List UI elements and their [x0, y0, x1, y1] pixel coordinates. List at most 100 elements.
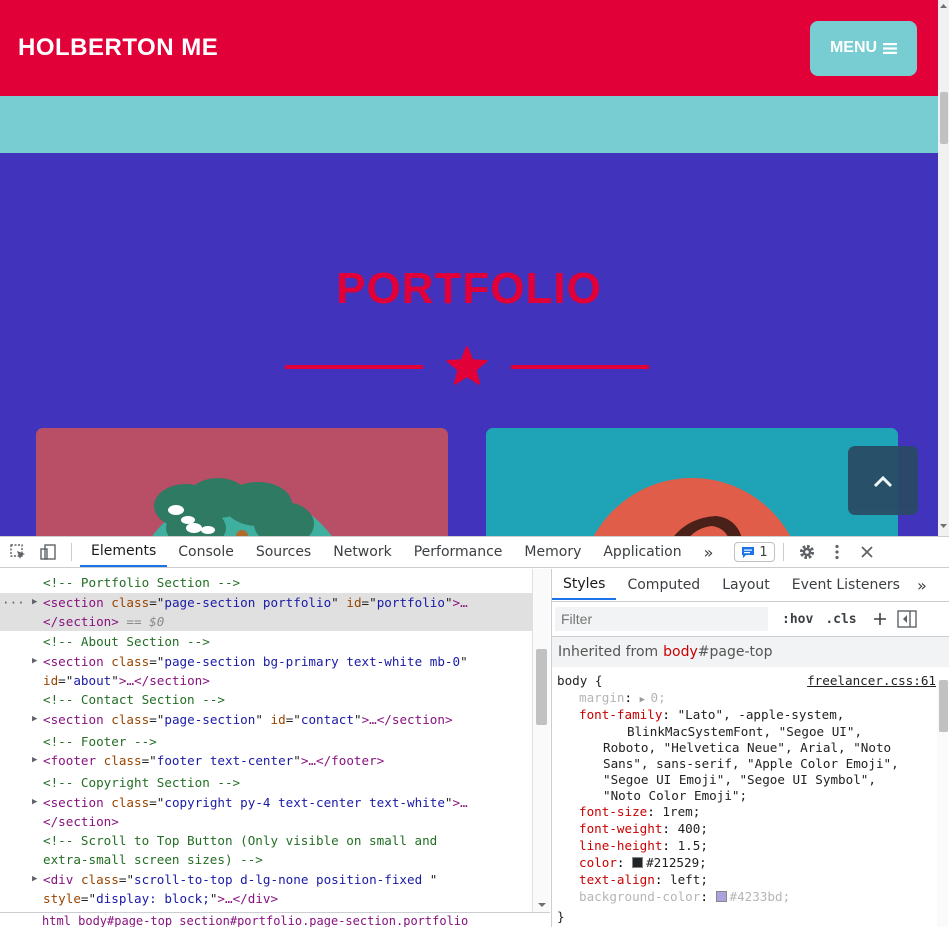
toolbar-divider [71, 543, 72, 561]
css-value-continuation: Roboto, "Helvetica Neue", Arial, "Noto [603, 740, 892, 755]
attr-name: id [270, 712, 286, 727]
css-value-continuation: BlinkMacSystemFont, "Segoe UI", [627, 724, 863, 739]
rule-source-link[interactable]: freelancer.css:61 [807, 672, 936, 689]
css-declaration[interactable]: font-weight: 400; [579, 820, 708, 837]
divider-line-left [285, 365, 423, 369]
css-property-name: line-height [579, 838, 663, 853]
expand-triangle-icon[interactable]: ▶ [32, 793, 37, 812]
dom-node-line[interactable]: <!-- Scroll to Top Button (Only visible … [0, 831, 532, 850]
dom-node-line[interactable]: style="display: block;">…</div> [0, 889, 532, 908]
dom-node-line[interactable]: ▶ <section class="page-section bg-primary… [0, 652, 532, 671]
more-panes-button[interactable]: » [911, 570, 933, 600]
dom-node-line[interactable]: <!-- Footer --> [0, 732, 532, 751]
hov-toggle[interactable]: :hov [782, 612, 813, 627]
dom-node-line[interactable]: extra-small screen sizes) --> [0, 850, 532, 869]
tab-event-listeners[interactable]: Event Listeners [781, 570, 911, 600]
css-declaration[interactable]: color: #212529; [579, 854, 707, 871]
rule-close: } [557, 909, 565, 924]
cake-illustration [593, 478, 791, 536]
scroll-to-top-button[interactable] [848, 446, 918, 515]
toggle-sidebar-icon[interactable] [896, 610, 917, 628]
new-rule-plus-icon[interactable] [873, 612, 887, 626]
elements-scrollbar[interactable] [532, 569, 550, 912]
breadcrumb-path[interactable]: html body#page-top section#portfolio.pag… [0, 914, 468, 927]
tab-network[interactable]: Network [322, 537, 402, 567]
menu-label: MENU [829, 39, 878, 56]
dom-node-line[interactable]: <!-- Contact Section --> [0, 690, 532, 709]
css-property-value: #4233bd; [729, 889, 791, 904]
attr-quote: " [444, 595, 453, 610]
dom-node-line[interactable]: ▶ <section class="page-section" id="conta… [0, 710, 532, 729]
more-options-icon[interactable] [822, 537, 852, 567]
expand-triangle-icon[interactable]: ▶ [32, 593, 37, 612]
styles-scroll-thumb[interactable] [939, 680, 948, 732]
css-rule: body { freelancer.css:61 margin: ▶ 0; fon… [552, 667, 949, 924]
expand-triangle-icon[interactable]: ▶ [32, 870, 37, 889]
color-swatch-icon[interactable] [715, 891, 727, 902]
dom-node-line[interactable]: <!-- About Section --> [0, 632, 532, 651]
dom-node-line[interactable]: <!-- Portfolio Section --> [0, 573, 532, 592]
rule-selector: body { [557, 673, 603, 688]
tag-name: <section [43, 712, 104, 727]
html-comment: <!-- About Section --> [43, 634, 210, 649]
close-devtools-icon[interactable] [852, 537, 882, 567]
css-declaration[interactable]: text-align: left; [579, 871, 708, 888]
dom-node-line[interactable]: </section> [0, 812, 532, 831]
issues-badge[interactable]: 1 [734, 542, 775, 562]
css-declaration[interactable]: background-color: #4233bd; [579, 888, 790, 905]
settings-gear-icon[interactable] [792, 537, 822, 567]
html-comment: <!-- Portfolio Section --> [43, 575, 241, 590]
tab-sources[interactable]: Sources [245, 537, 322, 567]
tag-tail: >… [452, 795, 468, 810]
inherited-selector-id[interactable]: #page-top [698, 644, 773, 660]
attr-equals: =" [118, 872, 135, 887]
tag-tail: >…</section> [361, 712, 453, 727]
elements-scroll-thumb[interactable] [536, 649, 547, 725]
menu-button[interactable]: MENU [810, 20, 917, 76]
attr-name: class [111, 712, 150, 727]
css-declaration[interactable]: font-family: "Lato", -apple-system, [579, 706, 844, 723]
tab-computed[interactable]: Computed [616, 570, 711, 600]
dom-node-line[interactable]: </section> == $0 [0, 612, 532, 631]
tab-layout[interactable]: Layout [711, 570, 781, 600]
cls-toggle[interactable]: .cls [825, 612, 856, 627]
tab-elements[interactable]: Elements [80, 537, 168, 567]
portfolio-item-1[interactable] [36, 428, 448, 536]
page-scrollbar[interactable] [938, 0, 949, 536]
attr-equals: =" [149, 712, 165, 727]
attr-equals: =" [285, 712, 301, 727]
css-declaration[interactable]: line-height: 1.5; [579, 837, 708, 854]
page-scroll-thumb[interactable] [940, 92, 948, 144]
dom-node-line[interactable]: ▶ <footer class="footer text-center">…</f… [0, 751, 532, 770]
dom-node-line[interactable]: <!-- Copyright Section --> [0, 773, 532, 792]
expand-triangle-icon[interactable]: ▶ [32, 751, 37, 770]
inherited-selector-tag[interactable]: body [663, 644, 698, 660]
css-property-value: 1rem; [662, 804, 701, 819]
node-actions-icon[interactable]: ··· [2, 593, 25, 612]
device-toolbar-icon[interactable] [33, 537, 63, 567]
teal-band [0, 96, 938, 153]
expand-shorthand-icon[interactable]: ▶ [640, 695, 651, 705]
tab-console[interactable]: Console [167, 537, 245, 567]
inspect-element-icon[interactable] [3, 537, 33, 567]
dom-node-line[interactable]: ▶ <section class="copyright py-4 text-cen… [0, 793, 532, 812]
dom-node-line[interactable]: ▶ <section class="page-section portfolio"… [0, 593, 532, 612]
expand-triangle-icon[interactable]: ▶ [32, 710, 37, 729]
elements-tree[interactable]: <!-- Portfolio Section --> ▶ <section clas… [0, 569, 550, 912]
portfolio-item-2[interactable] [486, 428, 898, 536]
attr-value: page-section [164, 712, 256, 727]
tab-performance[interactable]: Performance [403, 537, 514, 567]
brand-link[interactable]: HOLBERTON ME [18, 34, 218, 62]
tab-application[interactable]: Application [592, 537, 692, 567]
inherited-label: Inherited from [558, 644, 659, 660]
color-swatch-icon[interactable] [632, 857, 644, 868]
dom-node-line[interactable]: id="about">…</section> [0, 671, 532, 690]
attr-value: page-section bg-primary text-white mb-0 [164, 654, 461, 669]
expand-triangle-icon[interactable]: ▶ [32, 652, 37, 671]
styles-filter-input[interactable] [555, 607, 768, 631]
more-tabs-button[interactable]: » [693, 537, 725, 567]
tab-memory[interactable]: Memory [513, 537, 592, 567]
css-declaration[interactable]: font-size: 1rem; [579, 803, 700, 820]
tab-styles[interactable]: Styles [552, 570, 617, 600]
dom-node-line[interactable]: ▶ <div class="scroll-to-top d-lg-none pos… [0, 870, 532, 889]
